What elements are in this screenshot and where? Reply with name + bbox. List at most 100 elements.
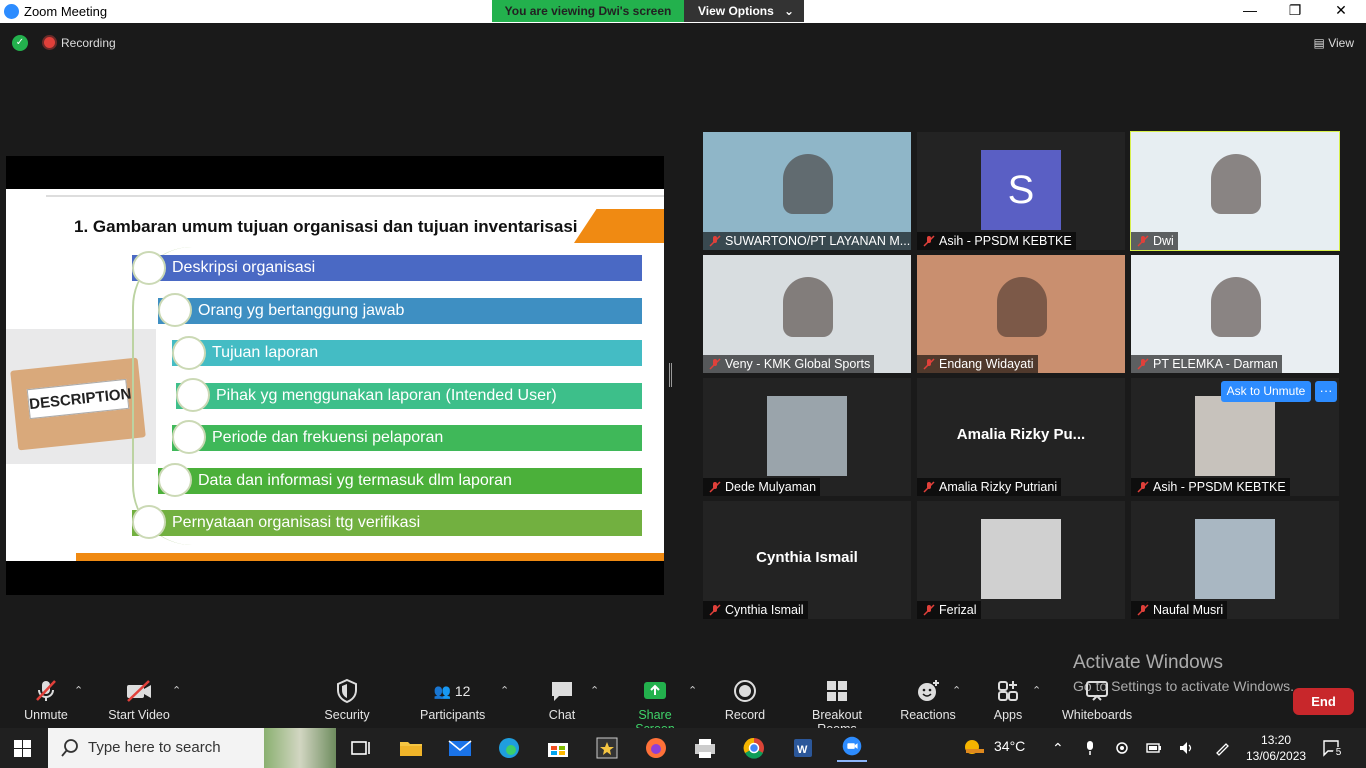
muted-mic-icon [1137,235,1149,247]
taskbar-search-box[interactable]: Type here to search [48,728,336,768]
share-screen-icon [644,682,666,699]
recording-indicator[interactable]: Recording [44,36,116,50]
system-clock[interactable]: 13:20 13/06/2023 [1246,732,1306,764]
shared-screen[interactable]: 1. Gambaran umum tujuan organisasi dan t… [6,156,664,595]
firefox-icon[interactable] [641,734,671,762]
participant-name-bar: Amalia Rizky Putriani [917,478,1062,496]
start-video-label: Start Video [108,708,170,722]
participant-tile[interactable]: Veny - KMK Global Sports [703,255,911,373]
chevron-up-icon[interactable]: ⌃ [74,684,83,697]
camera-tray-icon[interactable] [1114,740,1130,756]
apps-button[interactable]: Apps [990,678,1026,722]
start-video-button[interactable]: Start Video [106,678,172,722]
participant-tile[interactable]: Amalia Rizky Pu... Amalia Rizky Putriani [917,378,1125,496]
participant-tile[interactable]: Dwi [1130,131,1340,251]
notification-center[interactable]: 5 [1322,738,1344,758]
printer-icon[interactable] [690,734,720,762]
participants-button[interactable]: 👥 12 Participants [420,678,485,722]
star-app-icon[interactable] [592,734,622,762]
task-view-icon[interactable] [346,734,376,762]
participant-tile[interactable]: PT ELEMKA - Darman [1131,255,1339,373]
security-button[interactable]: Security [322,678,372,722]
participant-name: Endang Widayati [939,357,1034,371]
record-label: Record [724,708,766,722]
slide-item-bar: Deskripsi organisasi [132,255,642,281]
participant-name: Amalia Rizky Putriani [939,480,1058,494]
chevron-up-icon[interactable]: ⌃ [688,684,697,697]
participant-silhouette [1211,277,1261,337]
participant-tile[interactable]: SUWARTONO/PT LAYANAN M... [703,132,911,250]
muted-mic-icon [709,481,721,493]
unmute-button[interactable]: Unmute [22,678,70,722]
battery-icon[interactable] [1146,740,1162,756]
participant-name: Ferizal [939,603,977,617]
participant-name: Cynthia Ismail [725,603,804,617]
tray-expand-icon[interactable]: ⌃ [1052,740,1068,756]
windows-start-icon[interactable] [14,740,31,757]
participant-name-bar: Dede Mulyaman [703,478,821,496]
record-button[interactable]: Record [724,678,766,722]
weather-temperature[interactable]: 34°C [994,738,1025,754]
participant-tile[interactable]: S Asih - PPSDM KEBTKE [917,132,1125,250]
participant-tile[interactable]: Cynthia Ismail Cynthia Ismail [703,501,911,619]
participant-name-bar: Ferizal [917,601,981,619]
minimize-icon[interactable]: — [1238,2,1262,20]
mail-icon[interactable] [445,734,475,762]
maximize-icon[interactable]: ❐ [1283,2,1307,20]
split-resize-handle[interactable] [669,363,672,387]
shield-icon [337,678,357,704]
participant-name-bar: PT ELEMKA - Darman [1131,355,1282,373]
ask-to-unmute-button[interactable]: Ask to Unmute [1221,381,1311,402]
chevron-up-icon[interactable]: ⌃ [172,684,181,697]
participant-photo [1195,396,1275,476]
participant-tile[interactable]: Endang Widayati [917,255,1125,373]
microphone-icon[interactable] [1082,740,1098,756]
chevron-up-icon[interactable]: ⌃ [952,684,961,697]
participants-icon: 👥 12 [433,683,471,699]
viewing-screen-banner: You are viewing Dwi's screen [492,0,684,22]
participant-photo [767,396,847,476]
chat-button[interactable]: Chat [546,678,578,722]
view-options-button[interactable]: View Options ⌄ [684,0,804,22]
store-icon[interactable] [543,734,573,762]
view-button[interactable]: ▤ View [1314,36,1354,50]
participant-name: Asih - PPSDM KEBTKE [1153,480,1286,494]
record-icon [734,680,756,702]
participant-silhouette [783,154,833,214]
speaker-icon[interactable] [1178,740,1194,756]
reactions-button[interactable]: Reactions [900,678,956,722]
edge-browser-icon[interactable] [494,734,524,762]
end-meeting-button[interactable]: End [1293,688,1354,715]
slide-item-label: Orang yg bertanggung jawab [198,302,405,319]
zoom-app-icon[interactable] [837,734,867,762]
slide-title: 1. Gambaran umum tujuan organisasi dan t… [74,217,578,236]
muted-mic-icon [709,235,721,247]
participant-name-bar: Naufal Musri [1131,601,1228,619]
participant-tile[interactable]: Dede Mulyaman [703,378,911,496]
chrome-icon[interactable] [739,734,769,762]
breakout-rooms-icon [827,681,847,701]
muted-mic-icon [1137,481,1149,493]
chevron-up-icon[interactable]: ⌃ [590,684,599,697]
close-icon[interactable]: ✕ [1329,2,1353,20]
participant-display-name: Amalia Rizky Pu... [956,426,1086,443]
participant-tile[interactable]: Ferizal [917,501,1125,619]
chat-label: Chat [548,708,576,722]
participant-name-bar: Asih - PPSDM KEBTKE [917,232,1076,250]
clock-time: 13:20 [1261,733,1292,747]
participant-photo [981,519,1061,599]
word-icon[interactable]: W [788,734,818,762]
participants-count: 12 [454,683,471,699]
more-options-button[interactable]: ··· [1315,381,1337,402]
pen-icon[interactable] [1214,740,1230,756]
chevron-up-icon[interactable]: ⌃ [500,684,509,697]
encryption-shield-icon[interactable]: ✓ [12,35,28,51]
file-explorer-icon[interactable] [396,734,426,762]
participant-tile[interactable]: Naufal Musri [1131,501,1339,619]
apps-label: Apps [993,708,1023,722]
weather-sun-icon[interactable] [962,737,986,759]
slide-item-bullet [132,505,166,539]
slide-item-label: Pihak yg menggunakan laporan (Intended U… [216,387,557,404]
search-icon [61,739,78,757]
chevron-up-icon[interactable]: ⌃ [1032,684,1041,697]
